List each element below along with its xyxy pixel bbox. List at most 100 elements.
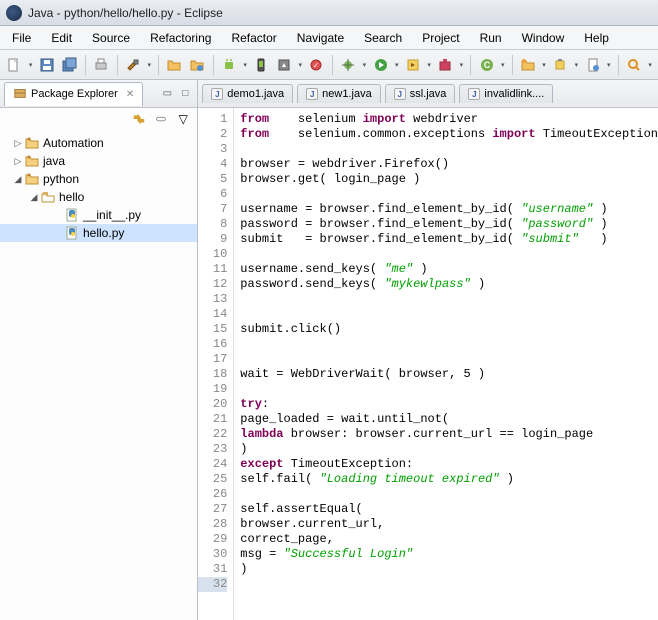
minimize-icon[interactable]: ▭ <box>159 86 175 102</box>
tree-node-python[interactable]: ◢python <box>0 170 197 188</box>
hammer-button[interactable] <box>123 54 144 76</box>
folder1-button[interactable] <box>164 54 185 76</box>
code-line-5: browser.get( login_page ) <box>240 172 658 187</box>
new-button[interactable] <box>4 54 25 76</box>
line-number: 16 <box>198 337 227 352</box>
tree-node-java[interactable]: ▷ java <box>0 152 197 170</box>
line-number: 2 <box>198 127 227 142</box>
twist-icon[interactable]: ▷ <box>12 138 24 149</box>
project-tree: ▷Automation▷java◢python◢hello__init__.py… <box>0 130 197 246</box>
debug-button[interactable] <box>338 54 359 76</box>
line-number: 24 <box>198 457 227 472</box>
menu-run[interactable]: Run <box>470 28 512 48</box>
editor-tab-2[interactable]: Jssl.java <box>385 84 456 103</box>
external-tools-button[interactable] <box>435 54 456 76</box>
code-line-12: password.send_keys( "mykewlpass" ) <box>240 277 658 292</box>
menu-help[interactable]: Help <box>574 28 619 48</box>
new-class-button[interactable]: C <box>476 54 497 76</box>
line-number: 30 <box>198 547 227 562</box>
lint-button[interactable]: ✓ <box>306 54 327 76</box>
package-explorer-tab[interactable]: Package Explorer ✕ <box>4 82 143 106</box>
view-menu-icon[interactable]: ▽ <box>175 111 191 127</box>
dropdown-arrow-icon[interactable]: ▾ <box>458 54 466 76</box>
dropdown-arrow-icon[interactable]: ▾ <box>145 54 153 76</box>
code-line-18: wait = WebDriverWait( browser, 5 ) <box>240 367 658 382</box>
editor-tab-1[interactable]: Jnew1.java <box>297 84 381 103</box>
code-line-15: submit.click() <box>240 322 658 337</box>
dropdown-arrow-icon[interactable]: ▾ <box>605 54 613 76</box>
menu-project[interactable]: Project <box>412 28 469 48</box>
py-icon <box>64 207 80 223</box>
dropdown-arrow-icon[interactable]: ▾ <box>296 54 304 76</box>
line-number: 8 <box>198 217 227 232</box>
sdk-button[interactable] <box>274 54 295 76</box>
tree-node-hello[interactable]: ◢hello <box>0 188 197 206</box>
menu-source[interactable]: Source <box>82 28 140 48</box>
java-file-icon: J <box>394 88 406 100</box>
dropdown-arrow-icon[interactable]: ▾ <box>646 54 654 76</box>
menu-navigate[interactable]: Navigate <box>287 28 354 48</box>
code-line-24: except TimeoutException: <box>240 457 658 472</box>
dropdown-arrow-icon[interactable]: ▾ <box>361 54 369 76</box>
link-editor-icon[interactable] <box>153 111 169 127</box>
line-number: 3 <box>198 142 227 157</box>
save-button[interactable] <box>36 54 57 76</box>
tree-node-hello-py[interactable]: hello.py <box>0 224 197 242</box>
folder2-button[interactable] <box>187 54 208 76</box>
dropdown-arrow-icon[interactable]: ▾ <box>241 54 249 76</box>
menu-refactor[interactable]: Refactor <box>221 28 286 48</box>
tree-node-Automation[interactable]: ▷Automation <box>0 134 197 152</box>
run-last-button[interactable] <box>403 54 424 76</box>
dropdown-arrow-icon[interactable]: ▾ <box>540 54 548 76</box>
dropdown-arrow-icon[interactable]: ▾ <box>573 54 581 76</box>
java-file-icon: J <box>306 88 318 100</box>
line-number: 7 <box>198 202 227 217</box>
collapse-all-icon[interactable] <box>131 111 147 127</box>
twist-icon[interactable]: ▷ <box>12 156 24 167</box>
run-button[interactable] <box>370 54 391 76</box>
code-line-13 <box>240 292 658 307</box>
code-line-20: try: <box>240 397 658 412</box>
code-line-9: submit = browser.find_element_by_id( "su… <box>240 232 658 247</box>
menu-file[interactable]: File <box>2 28 41 48</box>
dropdown-arrow-icon[interactable]: ▾ <box>393 54 401 76</box>
tree-node-__init__-py[interactable]: __init__.py <box>0 206 197 224</box>
editor-tabs: Jdemo1.javaJnew1.javaJssl.javaJinvalidli… <box>198 80 658 108</box>
twist-icon[interactable]: ◢ <box>28 192 40 203</box>
line-number: 22 <box>198 427 227 442</box>
line-number: 28 <box>198 517 227 532</box>
line-number: 23 <box>198 442 227 457</box>
search-button[interactable] <box>624 54 645 76</box>
code-source[interactable]: from selenium import webdriverfrom selen… <box>234 108 658 620</box>
dropdown-arrow-icon[interactable]: ▾ <box>27 54 35 76</box>
node-label: java <box>43 154 65 168</box>
dropdown-arrow-icon[interactable]: ▾ <box>425 54 433 76</box>
menu-refactoring[interactable]: Refactoring <box>140 28 221 48</box>
line-number: 20 <box>198 397 227 412</box>
save-all-button[interactable] <box>59 54 80 76</box>
code-line-31: ) <box>240 562 658 577</box>
print-button[interactable] <box>91 54 112 76</box>
dropdown-arrow-icon[interactable]: ▾ <box>499 54 507 76</box>
svg-text:✓: ✓ <box>313 61 320 70</box>
editor-area: Jdemo1.javaJnew1.javaJssl.javaJinvalidli… <box>198 80 658 620</box>
separator <box>213 55 214 75</box>
new-file-button[interactable] <box>582 54 603 76</box>
new-package-button[interactable] <box>517 54 538 76</box>
tab-label: ssl.java <box>410 88 447 100</box>
editor-tab-0[interactable]: Jdemo1.java <box>202 84 293 103</box>
menu-window[interactable]: Window <box>512 28 575 48</box>
separator <box>158 55 159 75</box>
menu-search[interactable]: Search <box>354 28 412 48</box>
menu-edit[interactable]: Edit <box>41 28 82 48</box>
code-line-3 <box>240 142 658 157</box>
py-icon <box>64 225 80 241</box>
new-plugin-button[interactable] <box>550 54 571 76</box>
code-line-27: self.assertEqual( <box>240 502 658 517</box>
twist-icon[interactable]: ◢ <box>12 174 24 185</box>
android-button[interactable] <box>219 54 240 76</box>
close-icon[interactable]: ✕ <box>126 89 134 100</box>
editor-tab-3[interactable]: Jinvalidlink.... <box>459 84 553 103</box>
emulator-button[interactable] <box>251 54 272 76</box>
maximize-icon[interactable]: □ <box>177 86 193 102</box>
